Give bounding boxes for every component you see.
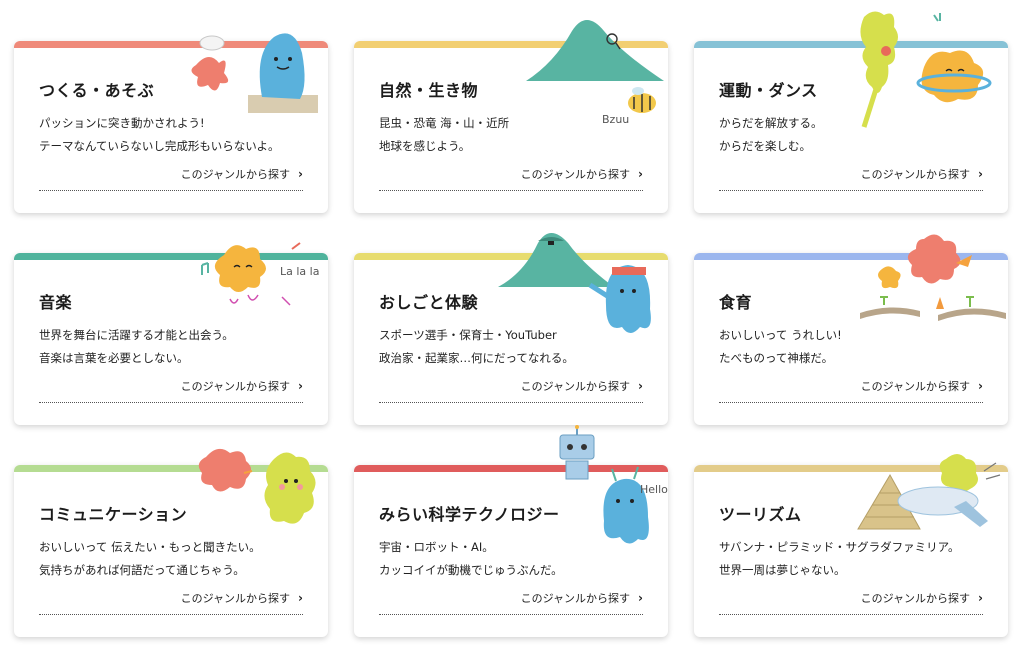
dotted-divider [379,402,643,403]
card-description-line: たべものって神様だ。 [719,351,834,365]
browse-genre-link[interactable]: このジャンルから探す › [861,590,983,606]
card-description-line: 地球を感じよう。 [379,139,471,153]
card-description-line: 音楽は言葉を必要としない。 [39,351,189,365]
robot-creature-illustration: Hello [559,425,668,544]
card-description-line: パッションに突き動かされよう! [39,116,205,130]
genre-card-job-experience[interactable]: おしごと体験 スポーツ選手・保育士・YouTuber 政治家・起業家…何にだって… [354,233,668,425]
chevron-right-icon: › [638,591,643,605]
dotted-divider [379,614,643,615]
card-description-line: スポーツ選手・保育士・YouTuber [379,328,557,342]
genre-card-food-education[interactable]: 食育 おいしいって うれしい! たべものって神様だ。 このジャンルから探す › [694,234,1008,425]
creature-illustration [191,33,318,113]
chevron-right-icon: › [298,591,303,605]
browse-genre-link-label: このジャンルから探す [180,380,291,393]
genre-card-communication[interactable]: コミュニケーション おいしいって 伝えたい・もっと聞きたい。 気持ちがあれば何語… [14,448,328,637]
browse-genre-link[interactable]: このジャンルから探す › [181,590,303,606]
card-title: おしごと体験 [379,293,479,312]
talking-creatures-illustration [198,448,316,524]
browse-genre-link-label: このジャンルから探す [520,168,631,181]
chevron-right-icon: › [978,167,983,181]
dotted-divider [39,614,303,615]
card-description-line: テーマなんていらないし完成形もいらないよ。 [39,139,280,153]
chevron-right-icon: › [298,167,303,181]
card-title: ツーリズム [719,505,802,524]
browse-genre-link-label: このジャンルから探す [860,380,971,393]
card-description-line: 世界一周は夢じゃない。 [719,563,846,577]
dotted-divider [379,190,643,191]
vegetable-garden-illustration [860,234,1006,321]
browse-genre-link[interactable]: このジャンルから探す › [521,378,643,394]
browse-genre-link[interactable]: このジャンルから探す › [181,378,303,394]
browse-genre-link-label: このジャンルから探す [180,592,291,605]
worker-creatures-illustration [498,233,651,333]
chevron-right-icon: › [638,167,643,181]
browse-genre-link[interactable]: このジャンルから探す › [521,590,643,606]
dotted-divider [719,190,983,191]
genre-card-future-science[interactable]: Hello みらい科学テクノロジー 宇宙・ロボット・AI。 カッコイイが動機でじ… [354,425,668,637]
card-description: 昆虫・恐竜 海・山・近所 地球を感じよう。 [379,112,509,158]
dotted-divider [719,614,983,615]
card-description-line: 宇宙・ロボット・AI。 [379,540,494,554]
card-description-line: サバンナ・ピラミッド・サグラダファミリア。 [719,540,960,554]
card-title: 運動・ダンス [719,81,818,100]
dotted-divider [39,402,303,403]
card-title: みらい科学テクノロジー [379,505,560,524]
card-description-line: 昆虫・恐竜 海・山・近所 [379,116,510,130]
browse-genre-link-label: このジャンルから探す [520,380,631,393]
travel-airplane-illustration [857,454,1001,530]
card-description: パッションに突き動かされよう! テーマなんていらないし完成形もいらないよ。 [39,112,279,158]
singing-sound-text: La la la [280,265,319,278]
card-description-line: からだを楽しむ。 [719,139,811,153]
dotted-divider [719,402,983,403]
card-description: からだを解放する。 からだを楽しむ。 [719,112,823,158]
card-description-line: おいしいって うれしい! [719,328,842,342]
genre-card-create-play[interactable]: つくる・あそぶ パッションに突き動かされよう! テーマなんていらないし完成形もい… [14,33,328,213]
card-title: コミュニケーション [39,505,188,524]
browse-genre-link[interactable]: このジャンルから探す › [521,166,643,182]
genre-card-nature[interactable]: Bzuu 自然・生き物 昆虫・恐竜 海・山・近所 地球を感じよう。 このジャンル… [354,20,668,213]
card-description: サバンナ・ピラミッド・サグラダファミリア。 世界一周は夢じゃない。 [719,536,959,582]
browse-genre-link[interactable]: このジャンルから探す › [861,166,983,182]
card-description: 世界を舞台に活躍する才能と出会う。 音楽は言葉を必要としない。 [39,324,234,370]
browse-genre-link[interactable]: このジャンルから探す › [861,378,983,394]
card-description: スポーツ選手・保育士・YouTuber 政治家・起業家…何にだってなれる。 [379,324,574,370]
card-title: 音楽 [39,293,73,312]
card-description: おいしいって うれしい! たべものって神様だ。 [719,324,842,370]
browse-genre-link[interactable]: このジャンルから探す › [181,166,303,182]
chevron-right-icon: › [638,379,643,393]
card-title: 食育 [719,293,753,312]
card-title: つくる・あそぶ [39,81,155,100]
chevron-right-icon: › [978,591,983,605]
card-description-line: おいしいって 伝えたい・もっと聞きたい。 [39,540,261,554]
card-description-line: 気持ちがあれば何語だって通じちゃう。 [39,563,245,577]
genre-card-music[interactable]: La la la 音楽 世界を舞台に活躍する才能と出会う。 音楽は言葉を必要とし… [14,242,328,425]
singing-creature-illustration: La la la [201,242,319,306]
browse-genre-link-label: このジャンルから探す [860,168,971,181]
browse-genre-link-label: このジャンルから探す [520,592,631,605]
dotted-divider [39,190,303,191]
mountain-bee-illustration: Bzuu [526,20,664,126]
greeting-text: Hello [640,483,668,496]
genre-card-tourism[interactable]: ツーリズム サバンナ・ピラミッド・サグラダファミリア。 世界一周は夢じゃない。 … [694,454,1008,637]
card-description-line: 世界を舞台に活躍する才能と出会う。 [39,328,234,342]
browse-genre-link-label: このジャンルから探す [860,592,971,605]
bee-sound-text: Bzuu [602,113,629,126]
card-description: 宇宙・ロボット・AI。 カッコイイが動機でじゅうぶんだ。 [379,536,563,582]
card-description-line: カッコイイが動機でじゅうぶんだ。 [379,563,563,577]
chevron-right-icon: › [298,379,303,393]
browse-genre-link-label: このジャンルから探す [180,168,291,181]
genre-card-sports-dance[interactable]: 運動・ダンス からだを解放する。 からだを楽しむ。 このジャンルから探す › [694,11,1008,213]
card-description-line: からだを解放する。 [719,116,823,130]
card-title: 自然・生き物 [379,81,479,100]
dancing-creatures-illustration [860,11,992,128]
card-description: おいしいって 伝えたい・もっと聞きたい。 気持ちがあれば何語だって通じちゃう。 [39,536,261,582]
chevron-right-icon: › [978,379,983,393]
genre-grid: つくる・あそぶ パッションに突き動かされよう! テーマなんていらないし完成形もい… [0,0,1022,653]
card-description-line: 政治家・起業家…何にだってなれる。 [379,351,574,365]
